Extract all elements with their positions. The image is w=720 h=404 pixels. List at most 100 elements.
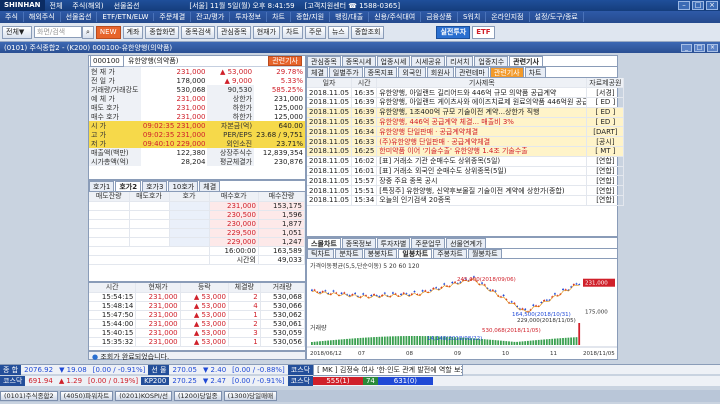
news-row[interactable]: 2018.11.05 16:35 유한양행, 아일랜드 길리어드와 446억 규모 …	[307, 87, 625, 99]
orderbook-tab-1[interactable]: 호가2	[115, 181, 142, 191]
news-tab-3[interactable]: 시세공유	[411, 56, 446, 66]
news-tab-4[interactable]: 리서치	[446, 56, 474, 66]
trade-row[interactable]: 15:47:50 231,000 ▲ 53,000 1 530,062	[89, 310, 306, 320]
news-row[interactable]: 2018.11.05 15:34 오늘의 인기검색 20종목 [연합]	[307, 195, 625, 206]
task-button[interactable]: (1300)당일매매	[223, 391, 278, 401]
news-row[interactable]: 2018.11.05 16:25 한미약품 이어 '기술수출' 유한양행 1.4조 …	[307, 146, 625, 157]
trade-row[interactable]: 15:35:32 231,000 ▲ 53,000 1 530,056	[89, 337, 306, 347]
maximize-icon[interactable]: □	[692, 1, 704, 10]
menu-item-1[interactable]: 해외주식	[24, 12, 61, 22]
chart-subtab-4[interactable]: 주봉차트	[433, 249, 467, 258]
overview-button[interactable]: 종합화면	[145, 25, 180, 39]
chart-subtab-3[interactable]: 일봉차트	[398, 249, 433, 258]
trade-row[interactable]: 15:48:14 231,000 ▲ 53,000 4 530,066	[89, 301, 306, 311]
orderbook-tab-3[interactable]: 10호가	[168, 181, 199, 191]
chart-button[interactable]: 차트	[282, 25, 303, 39]
window-maximize-icon[interactable]: □	[694, 43, 705, 52]
menu-item-4[interactable]: 주문체결	[154, 12, 192, 22]
news-tab-0[interactable]: 관심종목	[307, 56, 341, 66]
chart-subtab-2[interactable]: 봉봉차트	[363, 249, 398, 258]
news-subtab-5[interactable]: 관련테마	[455, 67, 489, 77]
account-button[interactable]: 계좌	[122, 25, 144, 39]
quote-button[interactable]: 현재가	[252, 25, 281, 39]
orderbook-row[interactable]: 230,000 1,877	[89, 219, 306, 229]
news-row[interactable]: 2018.11.05 16:01 [표] 거래소 외국인 순매수도 상위종목(5일)…	[307, 166, 625, 177]
watchlist-button[interactable]: 관심종목	[216, 25, 251, 39]
new-button[interactable]: NEW	[95, 25, 121, 39]
news-row[interactable]: 2018.11.05 16:35 유한양행, 446억 공급계약 체결... 매출비…	[307, 117, 625, 128]
inquiry-button[interactable]: 종합조회	[350, 25, 385, 39]
stock-search-button[interactable]: 종목검색	[181, 25, 215, 39]
menu-item-2[interactable]: 선물옵션	[61, 12, 98, 22]
orderbook-row[interactable]: 229,500 1,051	[89, 228, 306, 238]
news-subtab-4[interactable]: 회원사	[426, 67, 455, 77]
orderbook-tab-4[interactable]: 체결	[199, 181, 221, 191]
title-tab-all[interactable]: 전체	[45, 1, 68, 11]
screen-search-input[interactable]: 화면/검색	[34, 26, 82, 38]
news-tab-1[interactable]: 종목시세	[341, 56, 376, 66]
news-row[interactable]: 2018.11.05 16:33 (주)유한양행 단일판매ㆍ공급계약체결 [공시]	[307, 136, 625, 148]
trade-row[interactable]: 15:44:00 231,000 ▲ 53,000 2 530,061	[89, 319, 306, 329]
realtime-invest-button[interactable]: 실전투자	[436, 25, 471, 39]
minimize-icon[interactable]: –	[678, 1, 690, 10]
news-row[interactable]: 2018.11.05 15:57 장중 주요 종목 공시 [연합]	[307, 175, 625, 187]
chart-subtab-5[interactable]: 월봉차트	[467, 249, 502, 258]
orderbook-row[interactable]: 229,000 1,247	[89, 237, 306, 247]
menu-item-6[interactable]: 투자정보	[230, 12, 268, 22]
news-subtab-3[interactable]: 외국인	[398, 67, 426, 77]
close-icon[interactable]: ×	[706, 1, 718, 10]
related-news-tag[interactable]: 관련기사	[268, 56, 302, 66]
news-row[interactable]: 2018.11.05 16:34 유한양행 단일판매ㆍ공급계약체결 [DART]	[307, 126, 625, 138]
menu-item-11[interactable]: 금융상품	[421, 12, 458, 22]
orderbook-row[interactable]: 230,500 1,596	[89, 210, 306, 220]
news-subtab-6[interactable]: 관련기사	[489, 67, 524, 77]
menu-item-10[interactable]: 신용/주식대여	[369, 12, 422, 22]
task-button[interactable]: (4050)파워차트	[59, 391, 114, 401]
news-row[interactable]: 2018.11.05 16:02 [표] 거래소 기관 순매수도 상위종목(5일)[…	[307, 156, 625, 167]
menu-item-14[interactable]: 설정/도구/종료	[530, 12, 584, 22]
menu-item-3[interactable]: ETF/ETN/ELW	[97, 13, 155, 21]
menu-item-7[interactable]: 차트	[267, 12, 291, 22]
window-close-icon[interactable]: ×	[707, 43, 718, 52]
search-icon[interactable]: ⌕	[82, 25, 94, 39]
trade-row[interactable]: 15:40:15 231,000 ▲ 53,000 3 530,059	[89, 328, 306, 338]
menu-item-9[interactable]: 뱅킹/대출	[330, 12, 370, 22]
menu-item-13[interactable]: 온라인지점	[486, 12, 530, 22]
order-button[interactable]: 주문	[304, 25, 326, 39]
menu-item-0[interactable]: 주식	[0, 12, 24, 22]
orderbook-tab-0[interactable]: 호가1	[89, 181, 115, 191]
news-tab-6[interactable]: 관련기사	[509, 56, 543, 66]
trade-row[interactable]: 15:54:15 231,000 ▲ 53,000 2 530,068	[89, 292, 306, 302]
news-row[interactable]: 2018.11.05 16:39 유한양행, 1조400억 규모 기술이전 계약..…	[307, 107, 625, 118]
chart-tab-3[interactable]: 주문업무	[411, 238, 446, 248]
task-button[interactable]: (0201)KOSPI/선	[115, 391, 172, 401]
etf-button[interactable]: ETF	[472, 25, 495, 39]
news-button[interactable]: 뉴스	[327, 25, 349, 39]
menu-item-8[interactable]: 종합/지원	[291, 12, 331, 22]
orderbook-tab-2[interactable]: 호가3	[142, 181, 168, 191]
task-button[interactable]: (0101)주식종합2	[0, 391, 58, 401]
title-tab-futures[interactable]: 선물옵션	[109, 1, 145, 11]
orderbook-row[interactable]: 231,000 153,175	[89, 201, 306, 211]
news-tab-2[interactable]: 업종시세	[376, 56, 411, 66]
news-subtab-7[interactable]: 차트	[524, 67, 546, 77]
chart-subtab-1[interactable]: 분차트	[335, 249, 363, 258]
news-row[interactable]: 2018.11.05 16:39 유한양행, 아일랜드 게이츠사와 에이즈치료제 원…	[307, 97, 625, 108]
news-tab-5[interactable]: 업종지수	[474, 56, 509, 66]
window-minimize-icon[interactable]: _	[681, 43, 692, 52]
title-tab-overseas[interactable]: 주식(해외)	[67, 1, 108, 11]
news-row[interactable]: 2018.11.05 15:51 [특징주] 유한양행, 신약후보물질 기술이전 계…	[307, 185, 625, 197]
news-subtab-2[interactable]: 종목지표	[363, 67, 398, 77]
chart-tab-0[interactable]: 스몰차트	[307, 238, 341, 248]
chart-tab-2[interactable]: 투자자별	[376, 238, 411, 248]
news-subtab-0[interactable]: 체결	[307, 67, 328, 77]
ticker-news[interactable]: [ MK ] 김정숙 여사 '한·인도 관계 발전에 역할 보겠다'	[313, 363, 464, 376]
screen-number-button[interactable]: 전체▼	[2, 25, 32, 39]
chart-tab-1[interactable]: 종목정보	[341, 238, 376, 248]
chart-tab-4[interactable]: 선물연계가	[446, 238, 487, 248]
stock-code-input[interactable]: 000100	[90, 55, 124, 67]
menu-item-5[interactable]: 잔고/평가	[191, 12, 231, 22]
menu-item-12[interactable]: S워치	[458, 12, 487, 22]
news-subtab-1[interactable]: 일별주가	[328, 67, 363, 77]
chart-subtab-0[interactable]: 틱차트	[307, 249, 335, 258]
